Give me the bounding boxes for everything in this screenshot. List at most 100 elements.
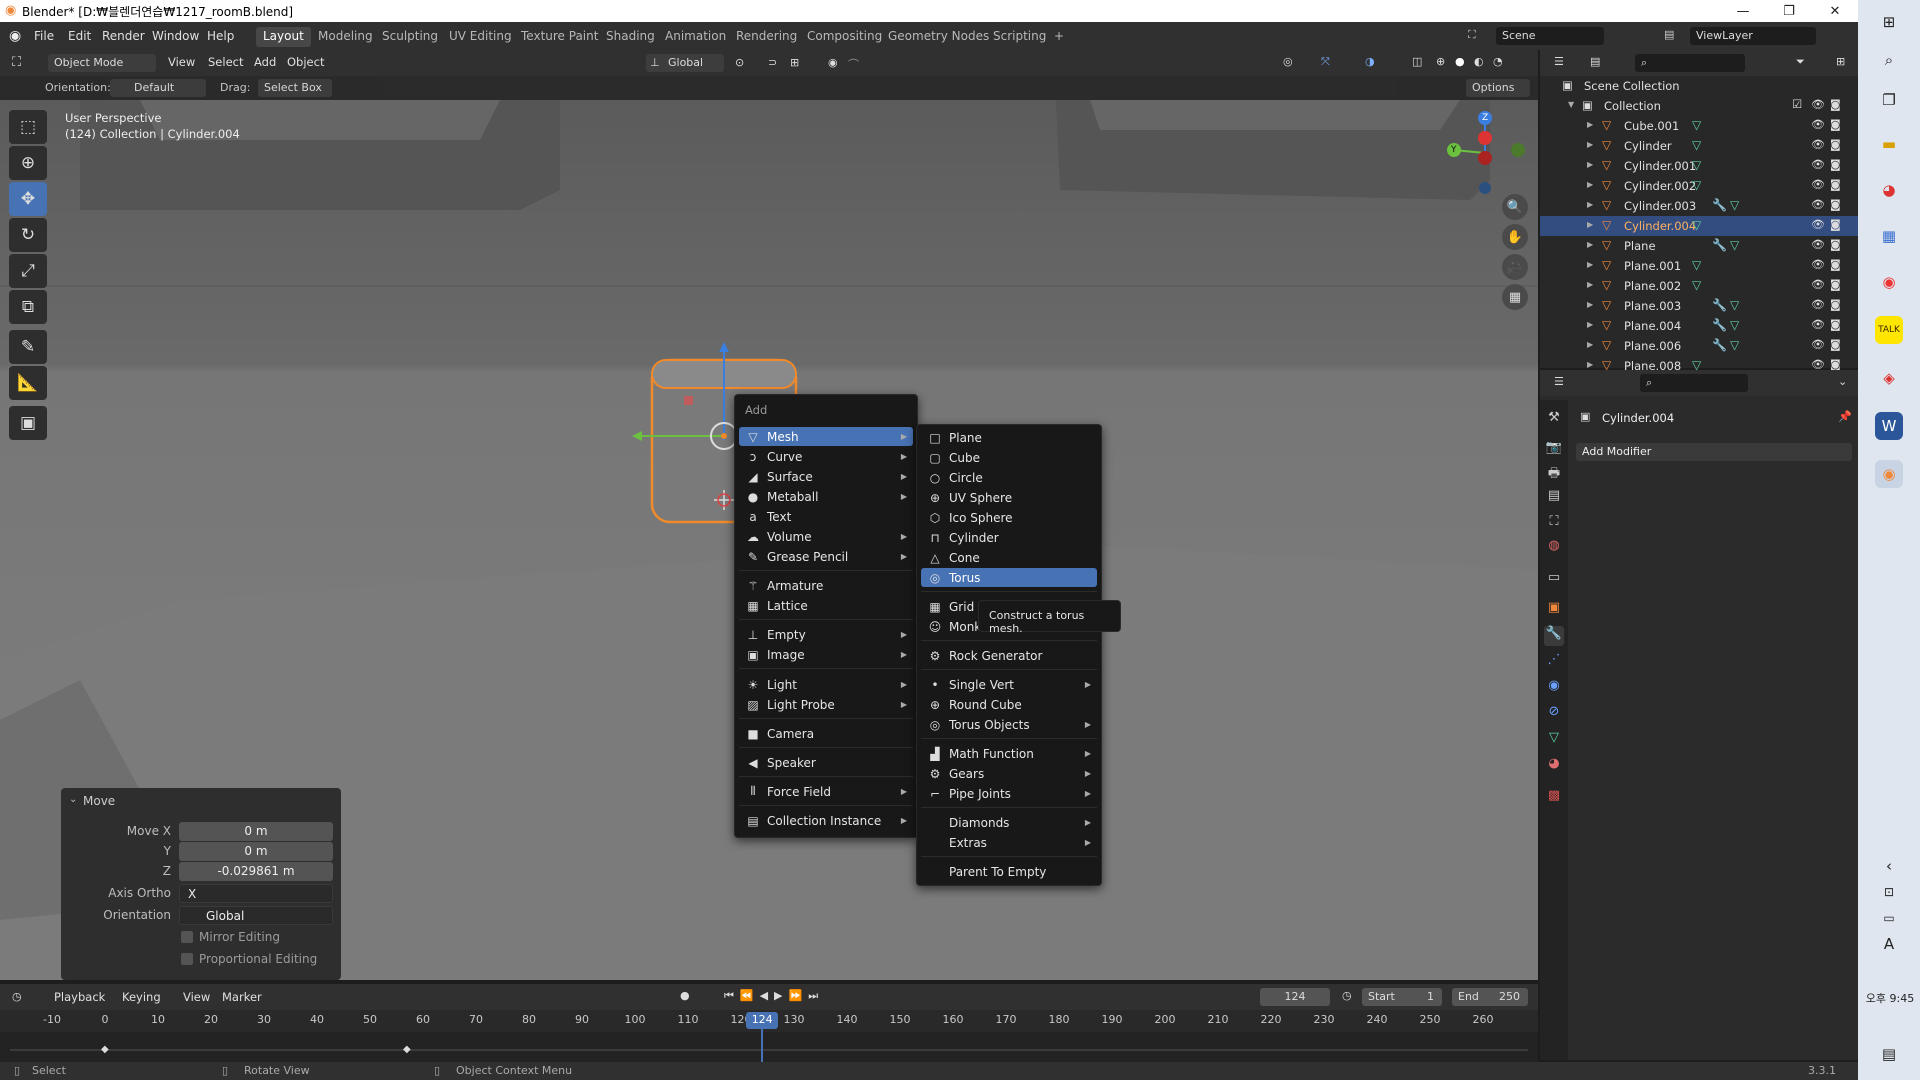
add-menu-item-image[interactable]: ▣ Image ▶: [739, 645, 913, 664]
app-icon[interactable]: ◈: [1875, 364, 1903, 392]
xray-icon[interactable]: ◫: [1412, 55, 1422, 68]
timeline-editor-icon[interactable]: ◷: [12, 990, 22, 1003]
render-tab-icon[interactable]: 📷: [1544, 440, 1564, 460]
expand-arrow-icon[interactable]: ▶: [1587, 280, 1593, 289]
outliner-row[interactable]: ▶ ▽ Cylinder.004 ▽ 👁 ◙: [1540, 216, 1858, 236]
modifier-icon[interactable]: 🔧: [1712, 338, 1727, 352]
render-camera-icon[interactable]: ◙: [1830, 278, 1841, 291]
taskbar-search-icon[interactable]: ⌕: [1875, 46, 1903, 74]
outliner-row[interactable]: ▶ ▽ Plane.002 ▽ 👁 ◙: [1540, 276, 1858, 296]
timeline-track[interactable]: ◆ ◆: [0, 1032, 1538, 1064]
input-language-indicator[interactable]: A: [1875, 930, 1903, 958]
particles-tab-icon[interactable]: ⋰: [1544, 652, 1564, 672]
scale-tool[interactable]: ⤢: [9, 254, 47, 288]
eye-icon[interactable]: 👁: [1811, 218, 1825, 231]
mesh-data-icon[interactable]: ▽: [1730, 298, 1739, 312]
eye-icon[interactable]: 👁: [1811, 238, 1825, 251]
mesh-data-icon[interactable]: ▽: [1692, 218, 1701, 232]
mesh-item-plane[interactable]: □ Plane: [921, 428, 1097, 447]
collection-tab-icon[interactable]: ▭: [1544, 570, 1564, 590]
outliner-collection[interactable]: ▼ ▣ Collection ☑ 👁 ◙: [1540, 96, 1858, 116]
outliner-row[interactable]: ▶ ▽ Plane.003 🔧 ▽ 👁 ◙: [1540, 296, 1858, 316]
playhead-frame-label[interactable]: 124: [746, 1012, 779, 1029]
render-camera-icon[interactable]: ◙: [1830, 338, 1841, 351]
gizmo-icon[interactable]: ⤧: [1321, 55, 1330, 69]
add-menu-item-curve[interactable]: ↄ Curve ▶: [739, 447, 913, 466]
orientation-selector-redo[interactable]: Global: [179, 906, 333, 925]
outliner-row[interactable]: ▶ ▽ Cylinder.001 ▽ 👁 ◙: [1540, 156, 1858, 176]
add-menu-item-surface[interactable]: ◢ Surface ▶: [739, 467, 913, 486]
taskbar-clock[interactable]: 오후 9:45: [1864, 990, 1916, 1006]
world-tab-icon[interactable]: ◍: [1544, 538, 1564, 558]
mesh-data-icon[interactable]: ▽: [1692, 178, 1701, 192]
include-checkbox[interactable]: ☑: [1792, 97, 1802, 111]
select-box-tool[interactable]: ⬚: [9, 110, 47, 144]
scene-icon[interactable]: ⛶: [1468, 28, 1476, 42]
render-camera-icon[interactable]: ◙: [1830, 318, 1841, 331]
mesh-data-icon[interactable]: ▽: [1730, 338, 1739, 352]
add-menu-item-text[interactable]: a Text: [739, 507, 913, 526]
material-tab-icon[interactable]: ◕: [1544, 756, 1564, 776]
playback-controls[interactable]: ⏮⏪◀▶⏩⏭: [724, 989, 824, 1003]
expand-arrow-icon[interactable]: ▶: [1587, 220, 1593, 229]
outliner-row[interactable]: ▶ ▽ Plane.006 🔧 ▽ 👁 ◙: [1540, 336, 1858, 356]
add-menu-item-camera[interactable]: ■ Camera: [739, 724, 913, 743]
close-button[interactable]: ✕: [1812, 0, 1858, 22]
blender-menu-icon[interactable]: ◉: [9, 28, 21, 44]
display-mode-icon[interactable]: ▤: [1590, 55, 1600, 68]
view-layer-tab-icon[interactable]: ▤: [1544, 488, 1564, 508]
proportional-edit-icon[interactable]: ◉: [828, 56, 838, 69]
eye-icon[interactable]: 👁: [1811, 278, 1825, 291]
mesh-item-extras[interactable]: Extras ▶: [921, 833, 1097, 852]
outliner-row[interactable]: ▶ ▽ Plane.004 🔧 ▽ 👁 ◙: [1540, 316, 1858, 336]
tab-uv-editing[interactable]: UV Editing: [442, 27, 519, 47]
zoom-view-button[interactable]: 🔍: [1502, 194, 1528, 220]
word-icon[interactable]: W: [1875, 412, 1903, 440]
outliner-row[interactable]: ▶ ▽ Cylinder.003 🔧 ▽ 👁 ◙: [1540, 196, 1858, 216]
clock-icon[interactable]: ◷: [1342, 989, 1352, 1002]
menu-window[interactable]: Window: [152, 29, 199, 43]
viewport-menu-object[interactable]: Object: [287, 55, 324, 69]
rotate-tool[interactable]: ↻: [9, 218, 47, 252]
texture-tab-icon[interactable]: ▩: [1544, 788, 1564, 808]
ortho-toggle-button[interactable]: ▦: [1502, 284, 1528, 310]
snap-target-icon[interactable]: ⊞: [790, 56, 799, 69]
overlay-icon[interactable]: ◑: [1365, 55, 1375, 68]
add-menu-item-armature[interactable]: ⚚ Armature: [739, 576, 913, 595]
expand-arrow-icon[interactable]: ▶: [1587, 240, 1593, 249]
eye-icon[interactable]: 👁: [1811, 198, 1825, 211]
timeline-menu-keying[interactable]: Keying: [122, 990, 161, 1004]
outliner-scene-collection[interactable]: ▣ Scene Collection: [1540, 76, 1858, 96]
tab-layout[interactable]: Layout: [256, 27, 311, 47]
dropdown-chevron-icon[interactable]: ⌄: [1838, 375, 1847, 388]
add-menu-item-force-field[interactable]: ⦀ Force Field ▶: [739, 782, 913, 801]
viewport-menu-select[interactable]: Select: [208, 55, 243, 69]
tray-network-icon[interactable]: ⊡: [1875, 878, 1903, 906]
orientation-selector[interactable]: Default: [110, 79, 206, 97]
add-menu-item-light[interactable]: ☀ Light ▶: [739, 675, 913, 694]
kakaotalk-icon[interactable]: TALK: [1875, 316, 1903, 344]
expand-arrow-icon[interactable]: ▶: [1587, 260, 1593, 269]
pin-icon[interactable]: 📌: [1838, 410, 1852, 423]
measure-tool[interactable]: 📐: [9, 366, 47, 400]
filter-icon[interactable]: ⏷: [1796, 55, 1805, 69]
render-camera-icon[interactable]: ◙: [1830, 258, 1841, 271]
render-camera-icon[interactable]: ◙: [1830, 158, 1841, 171]
mesh-item-round-cube[interactable]: ⊕ Round Cube: [921, 695, 1097, 714]
pan-view-button[interactable]: ✋: [1502, 224, 1528, 250]
move-tool[interactable]: ✥: [9, 182, 47, 216]
keyframe-marker[interactable]: ◆: [101, 1044, 109, 1055]
tool-tab-icon[interactable]: ⚒: [1544, 410, 1564, 430]
rendered-shading-icon[interactable]: ◔: [1493, 55, 1503, 68]
tab-rendering[interactable]: Rendering: [729, 27, 804, 47]
wireframe-shading-icon[interactable]: ⊕: [1436, 55, 1445, 68]
outliner-row[interactable]: ▶ ▽ Cube.001 ▽ 👁 ◙: [1540, 116, 1858, 136]
scene-selector[interactable]: Scene: [1496, 27, 1604, 45]
render-camera-icon[interactable]: ◙: [1830, 198, 1841, 211]
tab-compositing[interactable]: Compositing: [800, 27, 889, 47]
eye-icon[interactable]: 👁: [1811, 298, 1825, 311]
mesh-item-parent-to-empty[interactable]: Parent To Empty: [921, 862, 1097, 881]
timeline-menu-playback[interactable]: Playback: [54, 990, 105, 1004]
outliner-row[interactable]: ▶ ▽ Cylinder.002 ▽ 👁 ◙: [1540, 176, 1858, 196]
add-modifier-button[interactable]: Add Modifier: [1576, 443, 1852, 461]
